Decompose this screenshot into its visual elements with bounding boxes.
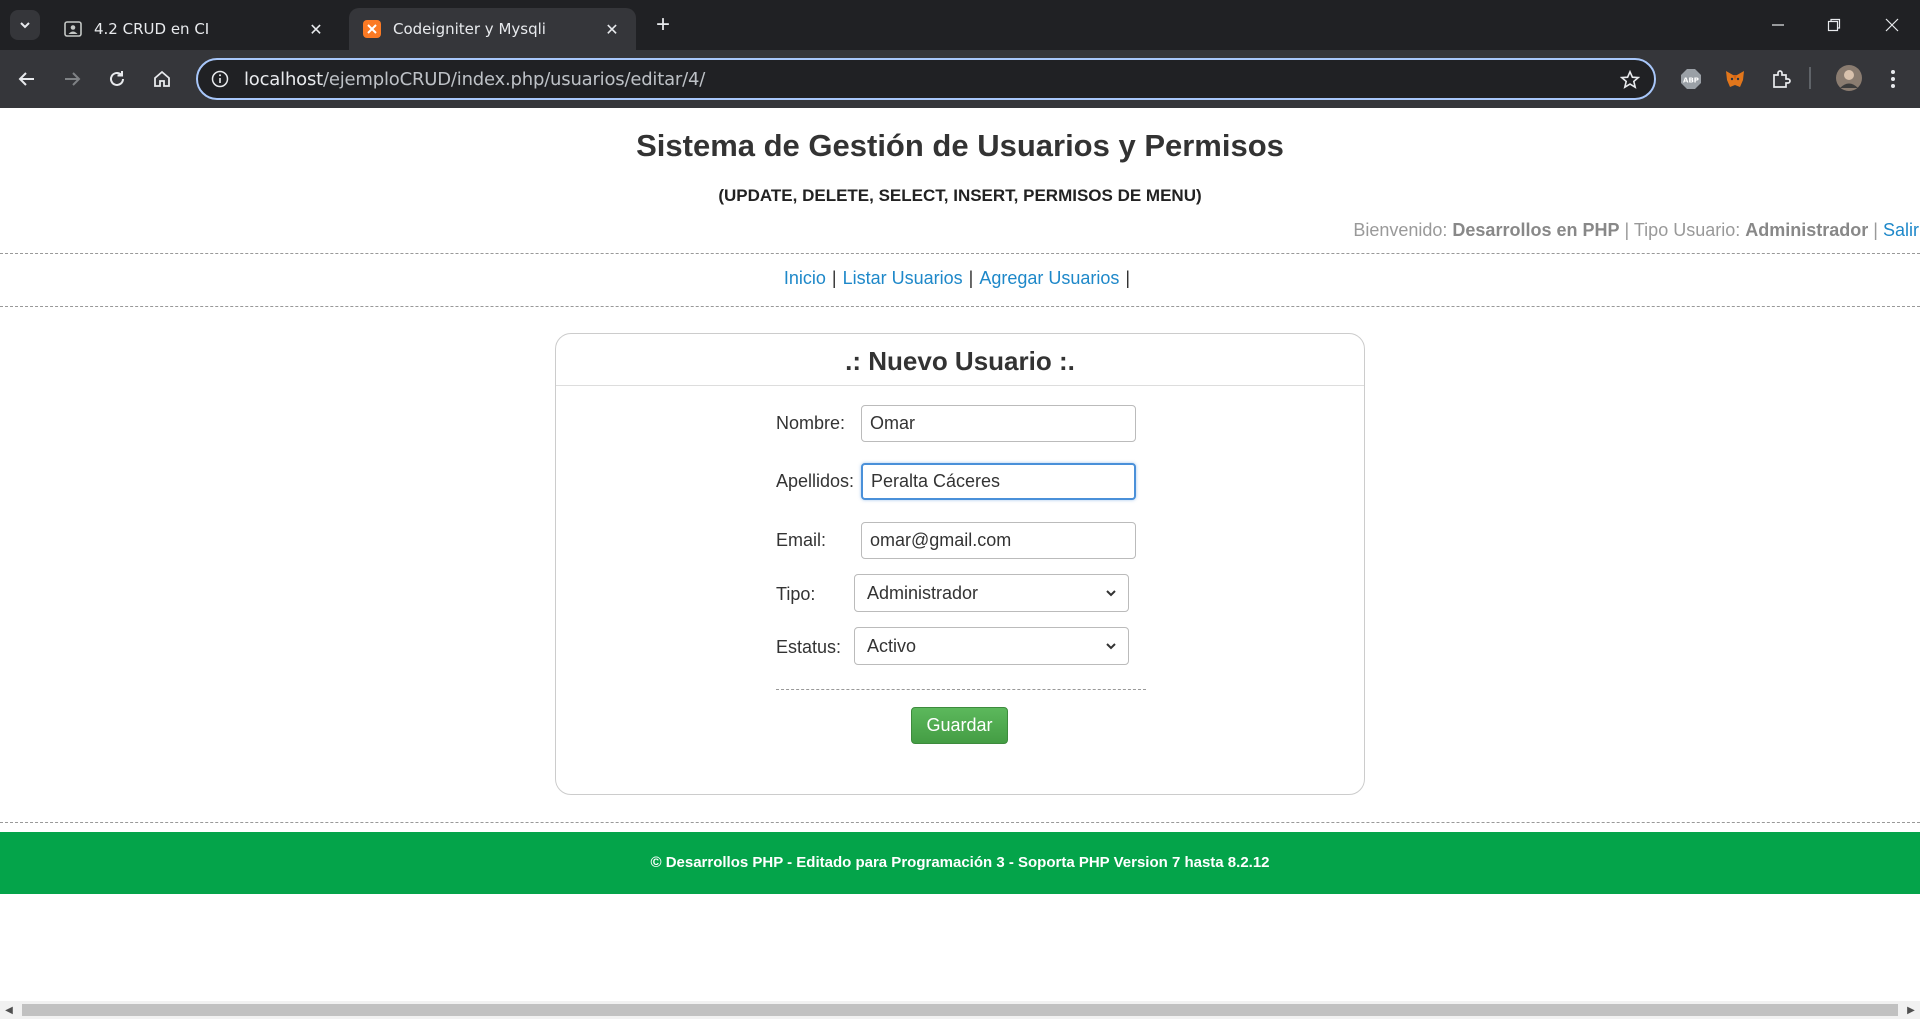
reload-button[interactable] <box>102 64 132 94</box>
home-button[interactable] <box>147 64 177 94</box>
browser-toolbar: localhost/ejemploCRUD/index.php/usuarios… <box>0 50 1920 108</box>
divider <box>0 822 1920 823</box>
chevron-down-icon <box>20 22 30 29</box>
tab-search-button[interactable] <box>10 10 40 40</box>
scrollbar-thumb[interactable] <box>22 1004 1898 1016</box>
forward-button[interactable] <box>57 64 87 94</box>
estatus-label: Estatus: <box>776 637 842 657</box>
menu-item-listar-usuarios[interactable]: Listar Usuarios <box>843 268 963 288</box>
close-icon <box>1885 18 1899 32</box>
menu-item-inicio[interactable]: Inicio <box>784 268 826 288</box>
url-path: /ejemploCRUD/index.php/usuarios/editar/4… <box>323 68 706 90</box>
scroll-left-icon[interactable]: ◀ <box>3 1004 15 1016</box>
browser-menu-icon[interactable] <box>1881 67 1905 91</box>
close-window-button[interactable] <box>1872 10 1912 40</box>
separator: | <box>1624 220 1630 240</box>
toolbar-divider <box>1809 67 1811 89</box>
browser-tab-bar: 4.2 CRUD en CI ✕ Codeigniter y Mysqli ✕ … <box>0 0 1920 50</box>
back-button[interactable] <box>12 64 42 94</box>
adblock-icon[interactable]: ABP <box>1679 67 1703 91</box>
nombre-label: Nombre: <box>776 413 846 433</box>
url-host: localhost <box>244 68 323 90</box>
svg-text:ABP: ABP <box>1683 77 1699 85</box>
form-divider <box>776 689 1146 690</box>
horizontal-scrollbar[interactable]: ◀ ▶ <box>0 1001 1920 1019</box>
apellidos-label: Apellidos: <box>776 471 855 491</box>
email-label: Email: <box>776 530 827 550</box>
menu-separator: | <box>968 268 974 288</box>
form-title: .: Nuevo Usuario :. <box>556 334 1364 386</box>
welcome-label: Bienvenido: <box>1353 220 1448 240</box>
divider <box>0 306 1920 307</box>
apellidos-input[interactable]: Peralta Cáceres <box>861 463 1136 500</box>
contact-card-icon <box>64 20 82 38</box>
extensions-puzzle-icon[interactable] <box>1769 67 1793 91</box>
footer: © Desarrollos PHP - Editado para Program… <box>0 832 1920 894</box>
page-title: Sistema de Gestión de Usuarios y Permiso… <box>636 128 1284 163</box>
save-button[interactable]: Guardar <box>911 707 1008 744</box>
welcome-bar: Bienvenido: Desarrollos en PHP | Tipo Us… <box>1353 220 1920 241</box>
main-menu: Inicio | Listar Usuarios | Agregar Usuarios | <box>0 268 1920 289</box>
tipo-selected-value: Administrador <box>867 582 979 603</box>
user-type: Administrador <box>1745 220 1869 240</box>
email-input[interactable]: omar@gmail.com <box>861 522 1136 559</box>
page-subtitle: (UPDATE, DELETE, SELECT, INSERT, PERMISO… <box>718 186 1202 205</box>
reload-icon <box>110 71 124 86</box>
logout-link[interactable]: Salir <box>1883 220 1919 240</box>
nombre-input[interactable]: Omar <box>861 405 1136 442</box>
close-icon[interactable]: ✕ <box>602 19 622 39</box>
estatus-select[interactable]: Activo <box>854 627 1129 665</box>
bookmark-star-icon[interactable] <box>1620 70 1640 90</box>
scroll-right-icon[interactable]: ▶ <box>1905 1004 1917 1016</box>
menu-item-agregar-usuarios[interactable]: Agregar Usuarios <box>979 268 1119 288</box>
url-text: localhost/ejemploCRUD/index.php/usuarios… <box>244 69 705 90</box>
tab-title: 4.2 CRUD en CI <box>94 20 210 38</box>
new-tab-button[interactable]: + <box>650 11 676 38</box>
address-bar[interactable]: localhost/ejemploCRUD/index.php/usuarios… <box>196 58 1656 100</box>
home-icon <box>154 70 170 87</box>
tab-codeigniter[interactable]: Codeigniter y Mysqli ✕ <box>349 8 636 50</box>
tipo-label: Tipo: <box>776 584 816 604</box>
minimize-button[interactable] <box>1758 10 1798 40</box>
restore-icon <box>1827 18 1841 32</box>
arrow-right-icon <box>65 72 81 86</box>
user-type-label: Tipo Usuario: <box>1633 220 1741 240</box>
arrow-left-icon <box>18 72 34 86</box>
site-info-icon[interactable] <box>210 69 230 89</box>
minimize-icon <box>1772 24 1784 26</box>
tipo-select[interactable]: Administrador <box>854 574 1129 612</box>
chevron-down-icon <box>1106 590 1116 597</box>
menu-separator: | <box>1125 268 1131 288</box>
restore-button[interactable] <box>1814 10 1854 40</box>
profile-avatar[interactable] <box>1836 65 1862 91</box>
tab-title: Codeigniter y Mysqli <box>393 20 546 38</box>
divider <box>0 253 1920 254</box>
separator: | <box>1873 220 1878 240</box>
xampp-icon <box>363 20 381 38</box>
chevron-down-icon <box>1106 643 1116 650</box>
estatus-selected-value: Activo <box>867 635 917 656</box>
menu-separator: | <box>831 268 837 288</box>
tab-crud-en-ci[interactable]: 4.2 CRUD en CI ✕ <box>50 8 340 50</box>
user-form-card: .: Nuevo Usuario :. Nombre: Omar Apellid… <box>555 333 1365 795</box>
user-name: Desarrollos en PHP <box>1452 220 1620 240</box>
close-icon[interactable]: ✕ <box>306 19 326 39</box>
metamask-fox-icon[interactable] <box>1723 67 1747 91</box>
